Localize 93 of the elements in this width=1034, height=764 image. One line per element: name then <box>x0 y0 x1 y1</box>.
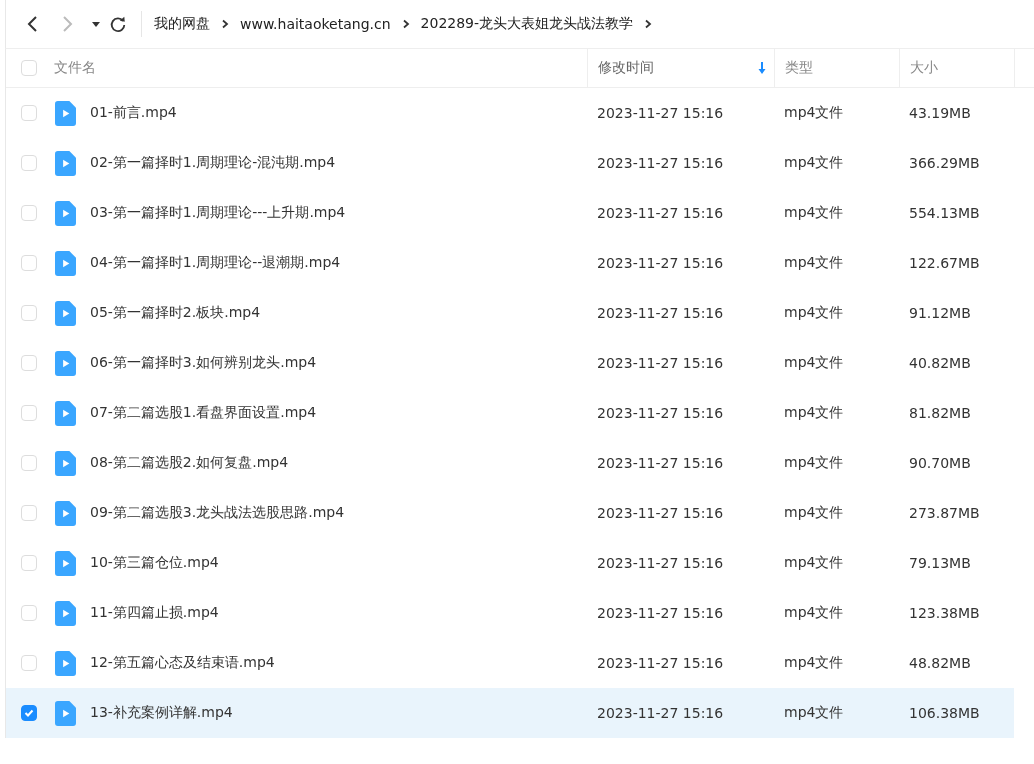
video-file-icon <box>55 600 76 626</box>
file-name: 07-第二篇选股1.看盘界面设置.mp4 <box>90 404 317 422</box>
chevron-right-icon <box>220 19 230 29</box>
file-type: mp4文件 <box>784 204 844 222</box>
file-row[interactable]: 01-前言.mp4 2023-11-27 15:16 mp4文件 43.19MB <box>6 88 1014 138</box>
file-type: mp4文件 <box>784 254 844 272</box>
refresh-icon[interactable] <box>109 15 127 33</box>
video-file-icon <box>55 100 76 126</box>
modified-date: 2023-11-27 15:16 <box>597 655 724 671</box>
file-row[interactable]: 03-第一篇择时1.周期理论---上升期.mp4 2023-11-27 15:16 mp4文件 554.13MB <box>6 188 1014 238</box>
video-file-icon <box>55 200 76 226</box>
video-file-icon <box>55 450 76 476</box>
file-type: mp4文件 <box>784 654 844 672</box>
video-file-icon <box>55 300 76 326</box>
file-row[interactable]: 10-第三篇仓位.mp4 2023-11-27 15:16 mp4文件 79.13MB <box>6 538 1014 588</box>
file-size: 122.67MB <box>909 255 980 271</box>
file-size: 91.12MB <box>909 305 971 321</box>
file-row[interactable]: 12-第五篇心态及结束语.mp4 2023-11-27 15:16 mp4文件 48.82MB <box>6 638 1014 688</box>
column-header[interactable]: 类型 <box>785 59 813 77</box>
column-header[interactable]: 大小 <box>910 59 938 77</box>
file-type: mp4文件 <box>784 454 844 472</box>
file-type: mp4文件 <box>784 104 844 122</box>
file-size: 40.82MB <box>909 355 971 371</box>
row-checkbox[interactable] <box>21 705 37 721</box>
file-size: 106.38MB <box>909 705 980 721</box>
modified-date: 2023-11-27 15:16 <box>597 705 724 721</box>
file-name: 08-第二篇选股2.如何复盘.mp4 <box>90 454 289 472</box>
video-file-icon <box>55 700 76 726</box>
file-name: 02-第一篇择时1.周期理论-混沌期.mp4 <box>90 154 336 172</box>
file-name: 12-第五篇心态及结束语.mp4 <box>90 654 275 672</box>
modified-date: 2023-11-27 15:16 <box>597 605 724 621</box>
file-type: mp4文件 <box>784 154 844 172</box>
modified-date: 2023-11-27 15:16 <box>597 255 724 271</box>
modified-date: 2023-11-27 15:16 <box>597 305 724 321</box>
modified-date: 2023-11-27 15:16 <box>597 205 724 221</box>
file-row[interactable]: 07-第二篇选股1.看盘界面设置.mp4 2023-11-27 15:16 mp4文件 81.82MB <box>6 388 1014 438</box>
video-file-icon <box>55 500 76 526</box>
file-name: 09-第二篇选股3.龙头战法选股思路.mp4 <box>90 504 345 522</box>
file-size: 79.13MB <box>909 555 971 571</box>
file-size: 81.82MB <box>909 405 971 421</box>
file-name: 03-第一篇择时1.周期理论---上升期.mp4 <box>90 204 346 222</box>
check-icon <box>23 707 35 719</box>
modified-date: 2023-11-27 15:16 <box>597 105 724 121</box>
file-type: mp4文件 <box>784 604 844 622</box>
video-file-icon <box>55 350 76 376</box>
file-row[interactable]: 09-第二篇选股3.龙头战法选股思路.mp4 2023-11-27 15:16 mp4文件 273.87MB <box>6 488 1014 538</box>
video-file-icon <box>55 150 76 176</box>
sort-arrow-icon[interactable] <box>758 62 766 74</box>
chevron-right-icon <box>643 19 654 29</box>
breadcrumb-link[interactable]: 202289-龙头大表姐龙头战法教学 <box>420 15 634 33</box>
file-row[interactable]: 11-第四篇止损.mp4 2023-11-27 15:16 mp4文件 123.38MB <box>6 588 1014 638</box>
file-size: 554.13MB <box>909 205 980 221</box>
file-type: mp4文件 <box>784 504 844 522</box>
file-size: 43.19MB <box>909 105 971 121</box>
video-file-icon <box>55 650 76 676</box>
select-all-checkbox[interactable] <box>21 60 37 76</box>
dropdown-caret-icon[interactable] <box>91 19 101 29</box>
file-type: mp4文件 <box>784 704 844 722</box>
breadcrumb-link[interactable]: www.haitaoketang.cn <box>240 16 391 32</box>
file-row[interactable]: 02-第一篇择时1.周期理论-混沌期.mp4 2023-11-27 15:16 mp4文件 366.29MB <box>6 138 1014 188</box>
file-type: mp4文件 <box>784 354 844 372</box>
modified-date: 2023-11-27 15:16 <box>597 355 724 371</box>
file-type: mp4文件 <box>784 554 844 572</box>
file-name: 13-补充案例详解.mp4 <box>90 704 233 722</box>
file-name: 06-第一篇择时3.如何辨别龙头.mp4 <box>90 354 317 372</box>
file-type: mp4文件 <box>784 304 844 322</box>
file-row[interactable]: 05-第一篇择时2.板块.mp4 2023-11-27 15:16 mp4文件 91.12MB <box>6 288 1014 338</box>
file-row[interactable]: 04-第一篇择时1.周期理论--退潮期.mp4 2023-11-27 15:16 mp4文件 122.67MB <box>6 238 1014 288</box>
file-size: 90.70MB <box>909 455 971 471</box>
file-name: 04-第一篇择时1.周期理论--退潮期.mp4 <box>90 254 341 272</box>
file-size: 48.82MB <box>909 655 971 671</box>
file-row[interactable]: 08-第二篇选股2.如何复盘.mp4 2023-11-27 15:16 mp4文件 90.70MB <box>6 438 1014 488</box>
modified-date: 2023-11-27 15:16 <box>597 555 724 571</box>
file-size: 123.38MB <box>909 605 980 621</box>
file-type: mp4文件 <box>784 404 844 422</box>
video-file-icon <box>55 400 76 426</box>
video-file-icon <box>55 250 76 276</box>
file-name: 11-第四篇止损.mp4 <box>90 604 219 622</box>
modified-date: 2023-11-27 15:16 <box>597 505 724 521</box>
file-size: 273.87MB <box>909 505 980 521</box>
file-name: 05-第一篇择时2.板块.mp4 <box>90 304 261 322</box>
breadcrumb-link[interactable]: 我的网盘 <box>154 15 210 33</box>
file-row[interactable]: 06-第一篇择时3.如何辨别龙头.mp4 2023-11-27 15:16 mp4文件 40.82MB <box>6 338 1014 388</box>
file-row[interactable]: 13-补充案例详解.mp4 2023-11-27 15:16 mp4文件 106.38MB <box>6 688 1014 738</box>
modified-date: 2023-11-27 15:16 <box>597 155 724 171</box>
file-size: 366.29MB <box>909 155 980 171</box>
file-name: 10-第三篇仓位.mp4 <box>90 554 219 572</box>
modified-date: 2023-11-27 15:16 <box>597 455 724 471</box>
column-header[interactable]: 修改时间 <box>598 59 654 77</box>
modified-date: 2023-11-27 15:16 <box>597 405 724 421</box>
column-header[interactable]: 文件名 <box>54 59 96 77</box>
file-name: 01-前言.mp4 <box>90 104 177 122</box>
video-file-icon <box>55 550 76 576</box>
